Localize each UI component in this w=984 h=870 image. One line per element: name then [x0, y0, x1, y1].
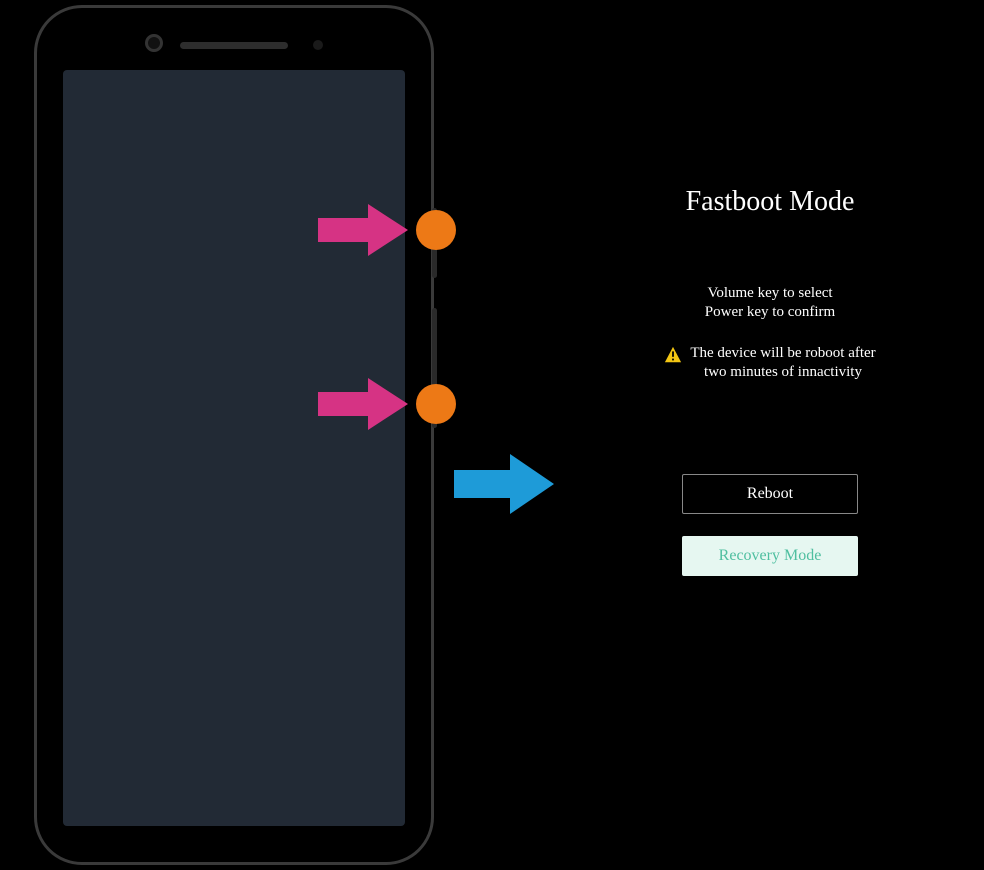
volume-button-marker-icon: [416, 210, 456, 250]
press-power-arrow-icon: [318, 376, 408, 432]
instruction-line-1: Volume key to select: [707, 285, 832, 301]
front-camera-icon: [145, 34, 163, 52]
phone-frame: [34, 5, 434, 865]
fastboot-title: Fastboot Mode: [560, 186, 980, 218]
reboot-option[interactable]: Reboot: [682, 474, 858, 514]
result-arrow-icon: [454, 452, 554, 516]
instruction-line-2: Power key to confirm: [705, 304, 835, 320]
proximity-sensor-icon: [313, 40, 323, 50]
warning-line-2: two minutes of innactivity: [704, 364, 862, 380]
warning-line-1: The device will be roboot after: [690, 345, 875, 361]
fastboot-instructions: Volume key to select Power key to confir…: [560, 284, 980, 322]
earpiece-speaker-icon: [180, 42, 288, 49]
warning-text: The device will be roboot after two minu…: [690, 344, 875, 382]
press-volume-arrow-icon: [318, 202, 408, 258]
recovery-mode-option[interactable]: Recovery Mode: [682, 536, 858, 576]
fastboot-screen: Fastboot Mode Volume key to select Power…: [560, 0, 980, 870]
warning-triangle-icon: [664, 346, 682, 364]
inactivity-warning: The device will be roboot after two minu…: [560, 344, 980, 382]
phone-body: [47, 18, 421, 852]
power-button-marker-icon: [416, 384, 456, 424]
phone-screen: [63, 70, 405, 826]
fastboot-options: Reboot Recovery Mode: [560, 474, 980, 576]
